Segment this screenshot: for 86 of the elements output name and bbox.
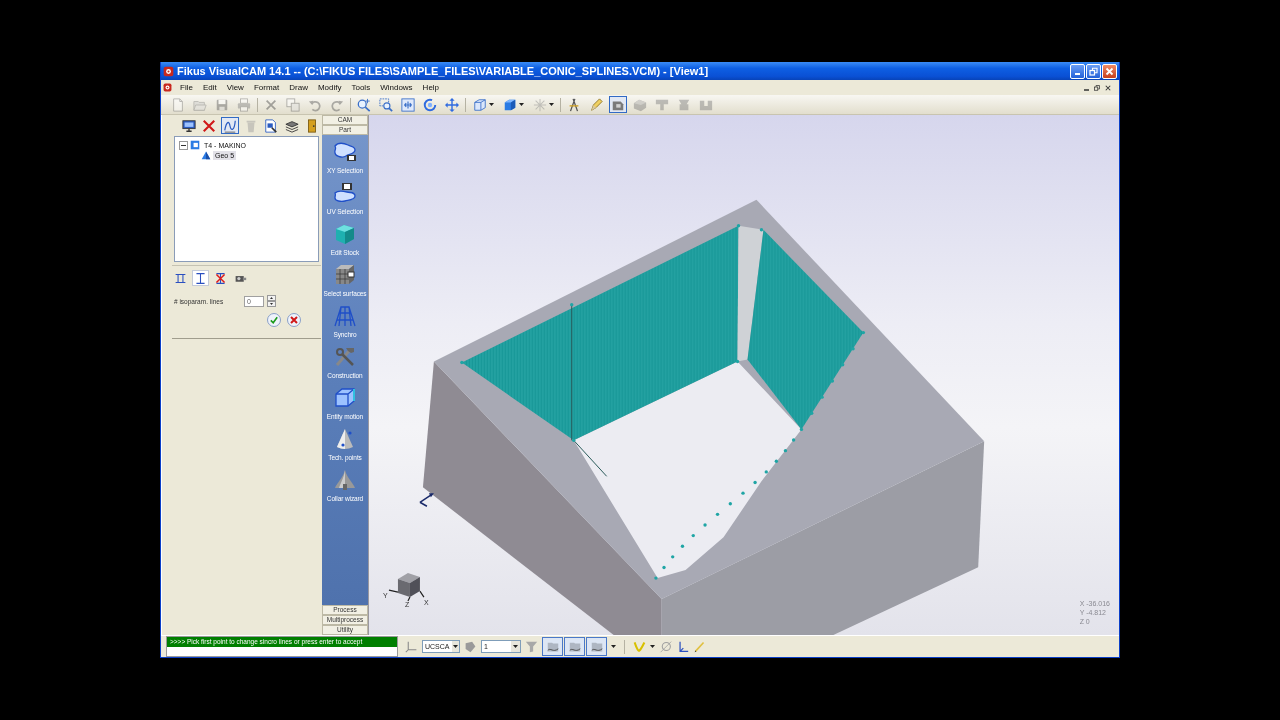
- wireframe-box-icon: [472, 97, 487, 112]
- cube-icon: [333, 222, 357, 246]
- zoom-fit-icon: [401, 97, 415, 112]
- window-title: Fikus VisualCAM 14.1 -- (C:\FIKUS FILES\SAMPLE_FILES\VARIABLE_CONIC_SPLINES.VCM) - [View1]: [177, 65, 710, 77]
- crossed-beam-icon: [214, 271, 227, 285]
- compass-icon: [567, 97, 581, 112]
- cross-icon: [264, 97, 278, 112]
- cube-outline-icon: [333, 386, 357, 410]
- parallel-bars-icon: [174, 271, 187, 285]
- cross-icon: [202, 118, 217, 133]
- menu-item[interactable]: File: [175, 83, 198, 92]
- close-icon: [1105, 66, 1114, 76]
- caret-icon[interactable]: [650, 645, 655, 648]
- axes-icon[interactable]: [676, 640, 689, 653]
- i-beam-icon: [194, 271, 207, 285]
- blob-icon: [333, 140, 357, 164]
- toolbar-button[interactable]: [355, 96, 373, 113]
- block-icon: [655, 97, 669, 112]
- menu-item[interactable]: Format: [248, 83, 285, 92]
- tools-icon: [333, 345, 357, 369]
- app-icon: [163, 83, 172, 92]
- menu-item[interactable]: Tools: [346, 83, 376, 92]
- collapse-icon[interactable]: [179, 140, 188, 150]
- new-file-icon: [171, 97, 185, 112]
- mode-button[interactable]: [192, 270, 209, 286]
- toolbar-button[interactable]: [262, 117, 280, 134]
- menu-item[interactable]: Windows: [375, 83, 418, 92]
- menu-item[interactable]: Edit: [197, 83, 222, 92]
- restore-icon[interactable]: [1094, 84, 1100, 91]
- caret-icon: [488, 103, 494, 106]
- spinner-icon[interactable]: [267, 295, 276, 307]
- asterisk-icon: [532, 97, 547, 112]
- rotate-icon: [423, 97, 437, 112]
- caret-icon: [513, 645, 518, 648]
- restore-button[interactable]: [1086, 63, 1101, 79]
- snap-button[interactable]: [542, 637, 563, 656]
- cross-icon: [290, 316, 298, 324]
- caret-icon: [518, 103, 524, 106]
- cancel-button[interactable]: [287, 313, 301, 327]
- menu-item[interactable]: Help: [417, 83, 445, 92]
- box-icon: [190, 140, 200, 150]
- zoom-window-icon: [379, 97, 393, 112]
- caret-icon[interactable]: [611, 645, 616, 648]
- block-icon: [677, 97, 691, 112]
- toolbar-button[interactable]: [377, 96, 395, 113]
- document-icon: [264, 118, 279, 133]
- minimize-icon[interactable]: [1084, 88, 1089, 91]
- restore-icon: [1089, 66, 1098, 76]
- toolbar-button[interactable]: [221, 117, 239, 134]
- menu-item[interactable]: Modify: [312, 83, 347, 92]
- pentagon-icon[interactable]: [464, 640, 477, 653]
- app-icon: [163, 65, 174, 77]
- ok-button[interactable]: [267, 313, 281, 327]
- bell-icon: [333, 468, 357, 492]
- save-icon: [215, 97, 229, 112]
- layers-icon: [284, 118, 299, 133]
- minimize-icon: [1075, 72, 1080, 75]
- toolbar-button[interactable]: [180, 117, 198, 134]
- block-icon: [633, 97, 647, 112]
- pencil-icon: [589, 97, 603, 112]
- toolbar-button[interactable]: [443, 96, 461, 113]
- blob-icon: [333, 181, 357, 205]
- close-button[interactable]: [1102, 63, 1117, 79]
- printer-icon: [237, 97, 251, 112]
- command-input[interactable]: [167, 647, 397, 656]
- grid-cube-icon: [333, 263, 357, 287]
- curve-icon: [222, 118, 237, 133]
- axis-triad-icon: [419, 493, 434, 507]
- shaded-cube-icon: [502, 97, 517, 112]
- pyramid-icon: [201, 150, 211, 160]
- caret-icon: [452, 645, 458, 648]
- caret-icon: [548, 103, 554, 106]
- snap-button[interactable]: [564, 637, 585, 656]
- menu-item[interactable]: Draw: [284, 83, 313, 92]
- menu-item[interactable]: View: [221, 83, 249, 92]
- check-icon: [270, 316, 278, 324]
- toolbar-button[interactable]: [609, 96, 627, 113]
- copy-icon: [286, 97, 300, 112]
- toolbar-button[interactable]: [421, 96, 439, 113]
- zoom-in-icon: [357, 97, 371, 112]
- view-cube-icon: [388, 573, 425, 602]
- close-icon[interactable]: [1105, 84, 1111, 91]
- pan-icon: [445, 97, 459, 112]
- monitor-icon: [181, 118, 196, 133]
- minimize-button[interactable]: [1070, 63, 1085, 79]
- wireframe-surface-icon: [333, 304, 357, 328]
